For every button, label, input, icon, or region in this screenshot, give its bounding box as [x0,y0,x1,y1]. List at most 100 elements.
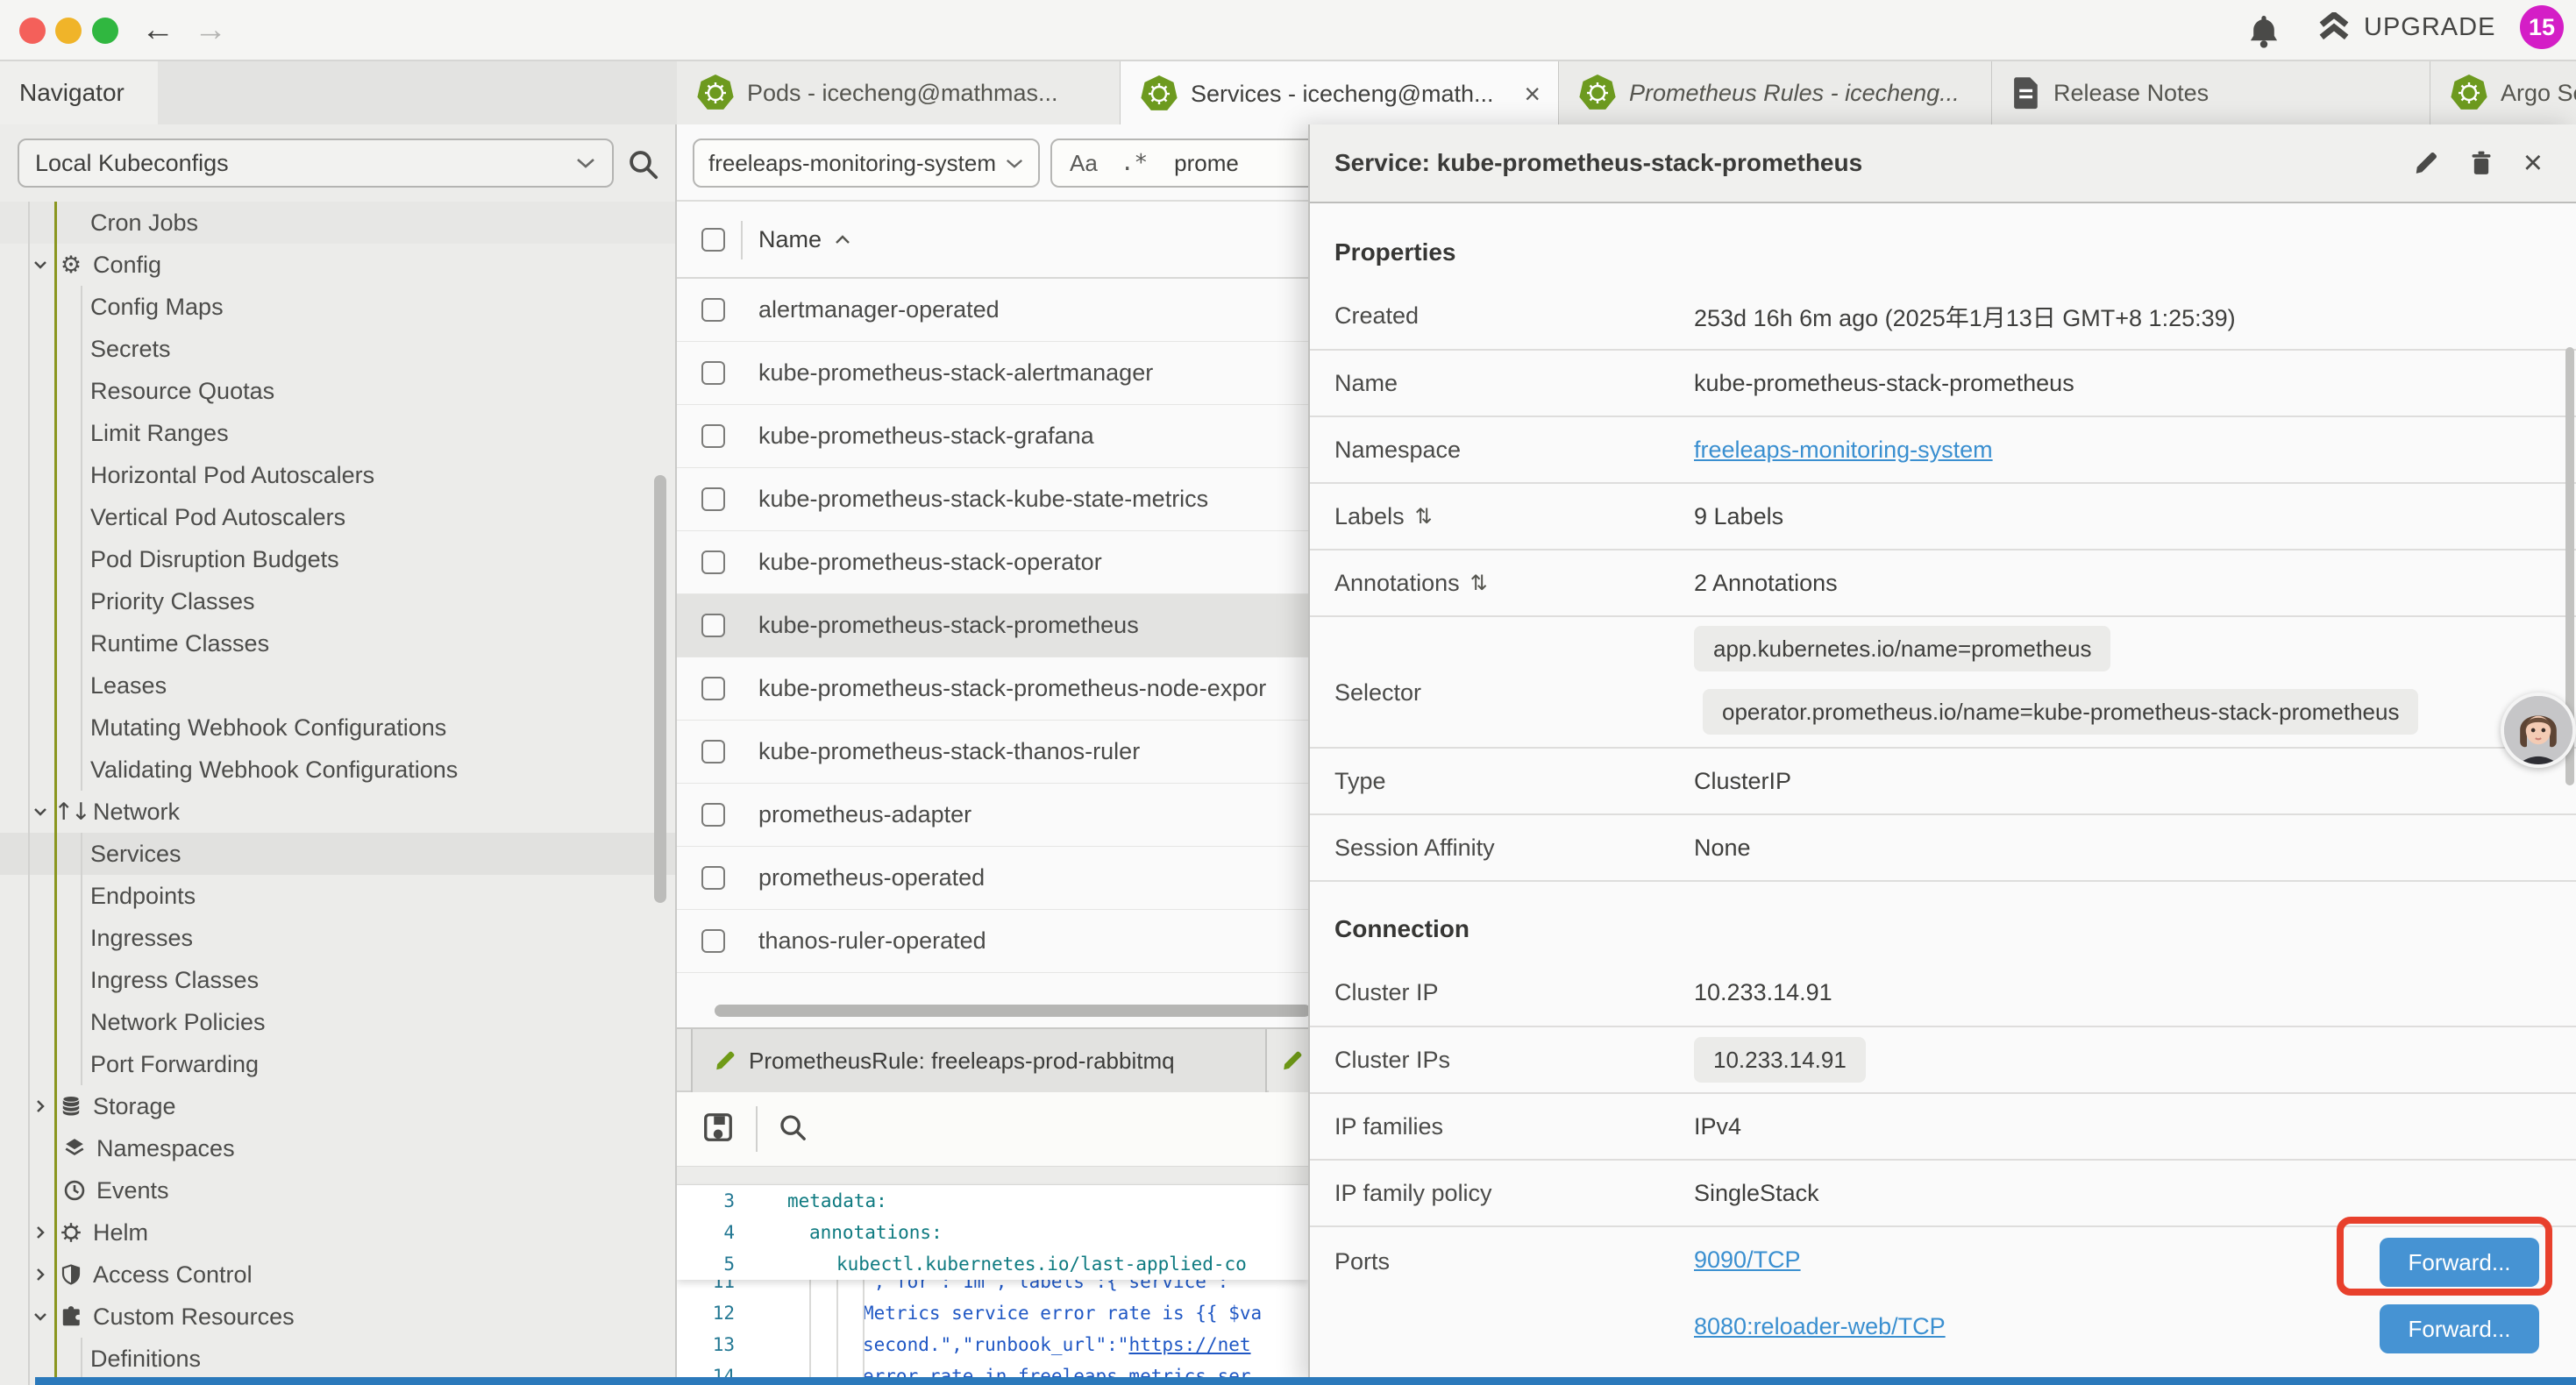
notifications-bell-icon[interactable] [2246,12,2281,53]
back-arrow-icon[interactable]: ← [139,11,177,49]
row-checkbox[interactable] [701,803,725,827]
sidebar-item-ingress-classes[interactable]: Ingress Classes [0,959,675,1001]
close-icon[interactable]: × [2523,150,2543,176]
table-row[interactable]: thanos-ruler-operated [677,910,1308,973]
tab-pods[interactable]: Pods - icecheng@mathmas... [677,61,1121,124]
window-zoom-button[interactable] [92,18,118,44]
tab-argo[interactable]: Argo Se [2430,61,2576,124]
sidebar-group-network[interactable]: ↑↓ Network [0,791,675,833]
ip-family-policy-row: IP family policy SingleStack [1310,1159,2576,1225]
tab-navigator[interactable]: Navigator [0,61,158,124]
tab-close-icon[interactable]: × [1524,78,1541,110]
tree-guide-line-active [54,202,57,1385]
sidebar-group-custom-resources[interactable]: Custom Resources [0,1296,675,1338]
sidebar-item-mutating-webhook-configurations[interactable]: Mutating Webhook Configurations [0,707,675,749]
row-checkbox[interactable] [701,929,725,953]
sidebar-item-ingresses[interactable]: Ingresses [0,917,675,959]
table-row[interactable]: alertmanager-operated [677,279,1308,342]
delete-trash-icon[interactable] [2469,149,2494,177]
annotations-count: 2 Annotations [1694,570,1838,597]
horizontal-scrollbar[interactable] [715,1005,1308,1017]
sidebar-item-namespaces[interactable]: Namespaces [0,1127,675,1169]
table-row[interactable]: kube-prometheus-stack-alertmanager [677,342,1308,405]
row-checkbox[interactable] [701,487,725,511]
code-url-link[interactable]: https://net [1128,1334,1250,1355]
search-icon[interactable] [626,147,659,185]
row-checkbox[interactable] [701,550,725,574]
table-row[interactable]: kube-prometheus-stack-operator [677,531,1308,594]
name-column-header[interactable]: Name [758,226,851,253]
resource-tree: Cron Jobs ⚙ Config Config Maps Secrets R… [0,202,675,1380]
annotation-highlight [2337,1217,2552,1296]
select-all-checkbox[interactable] [701,228,725,252]
row-checkbox[interactable] [701,424,725,448]
table-row[interactable]: kube-prometheus-stack-kube-state-metrics [677,468,1308,531]
sidebar-item-services[interactable]: Services [0,833,675,875]
kubeconfig-selector[interactable]: Local Kubeconfigs [18,138,614,188]
sidebar-group-access-control[interactable]: Access Control [0,1254,675,1296]
table-row-selected[interactable]: kube-prometheus-stack-prometheus [677,594,1308,657]
column-divider [741,221,743,259]
sidebar-item-endpoints[interactable]: Endpoints [0,875,675,917]
table-row[interactable]: prometheus-operated [677,847,1308,910]
sidebar-item-limit-ranges[interactable]: Limit Ranges [0,412,675,454]
forward-arrow-icon[interactable]: → [191,11,230,49]
namespace-link[interactable]: freeleaps-monitoring-system [1694,437,1993,464]
sidebar-item-leases[interactable]: Leases [0,664,675,707]
sidebar-item-resource-quotas[interactable]: Resource Quotas [0,370,675,412]
yaml-editor[interactable]: 3metadata: 4annotations: 5kubectl.kubern… [677,1185,1308,1385]
table-row[interactable]: kube-prometheus-stack-thanos-ruler [677,721,1308,784]
editor-tab-prometheusrule[interactable]: PrometheusRule: freeleaps-prod-rabbitmq [691,1029,1267,1092]
sidebar-group-storage[interactable]: Storage [0,1085,675,1127]
window-minimize-button[interactable] [55,18,82,44]
name-filter-input[interactable]: Aa .* prome [1050,138,1308,188]
window-close-button[interactable] [19,18,46,44]
forward-button-8080[interactable]: Forward... [2380,1304,2539,1353]
sidebar-item-config-maps[interactable]: Config Maps [0,286,675,328]
table-row[interactable]: kube-prometheus-stack-prometheus-node-ex… [677,657,1308,721]
expand-sort-icon[interactable]: ⇅ [1470,571,1488,595]
save-icon[interactable] [701,1111,735,1148]
expand-sort-icon[interactable]: ⇅ [1415,504,1433,529]
sidebar-item-runtime-classes[interactable]: Runtime Classes [0,622,675,664]
sidebar-item-network-policies[interactable]: Network Policies [0,1001,675,1043]
notification-count-badge[interactable]: 15 [2520,5,2564,49]
port-link-9090[interactable]: 9090/TCP [1694,1246,1801,1274]
indent-guide [836,1280,838,1385]
table-row[interactable]: prometheus-adapter [677,784,1308,847]
row-checkbox[interactable] [701,866,725,890]
sidebar-item-horizontal-pod-autoscalers[interactable]: Horizontal Pod Autoscalers [0,454,675,496]
table-row[interactable]: kube-prometheus-stack-grafana [677,405,1308,468]
sidebar-item-events[interactable]: Events [0,1169,675,1211]
editor-tab-partial[interactable] [1269,1029,1308,1092]
row-checkbox[interactable] [701,677,725,700]
tab-release-notes[interactable]: Release Notes [1992,61,2430,124]
sidebar-item-priority-classes[interactable]: Priority Classes [0,580,675,622]
upgrade-button[interactable]: UPGRADE [2316,12,2495,42]
code-line: metadata: [787,1185,887,1217]
regex-toggle[interactable]: .* [1121,150,1148,176]
row-checkbox[interactable] [701,298,725,322]
match-case-toggle[interactable]: Aa [1070,150,1098,177]
sidebar-item-cron-jobs[interactable]: Cron Jobs [0,202,675,244]
namespace-selector-value: freeleaps-monitoring-system [708,150,996,177]
row-checkbox[interactable] [701,614,725,637]
port-link-8080[interactable]: 8080:reloader-web/TCP [1694,1313,1946,1340]
sidebar-item-port-forwarding[interactable]: Port Forwarding [0,1043,675,1085]
sidebar-group-helm[interactable]: Helm [0,1211,675,1254]
sidebar-item-vertical-pod-autoscalers[interactable]: Vertical Pod Autoscalers [0,496,675,538]
namespace-selector[interactable]: freeleaps-monitoring-system [693,138,1040,188]
tab-prometheus-rules[interactable]: Prometheus Rules - icecheng... [1559,61,1992,124]
sidebar-item-pod-disruption-budgets[interactable]: Pod Disruption Budgets [0,538,675,580]
sidebar-item-definitions[interactable]: Definitions [0,1338,675,1380]
edit-pencil-icon[interactable] [2413,150,2439,176]
sidebar-group-config[interactable]: ⚙ Config [0,244,675,286]
row-checkbox[interactable] [701,361,725,385]
row-checkbox[interactable] [701,740,725,764]
editor-search-icon[interactable] [777,1112,808,1147]
assistant-avatar[interactable] [2501,692,2576,768]
sidebar-item-secrets[interactable]: Secrets [0,328,675,370]
tab-services[interactable]: Services - icecheng@math... × [1121,61,1559,126]
sidebar-scrollbar[interactable] [654,475,666,903]
sidebar-item-validating-webhook-configurations[interactable]: Validating Webhook Configurations [0,749,675,791]
